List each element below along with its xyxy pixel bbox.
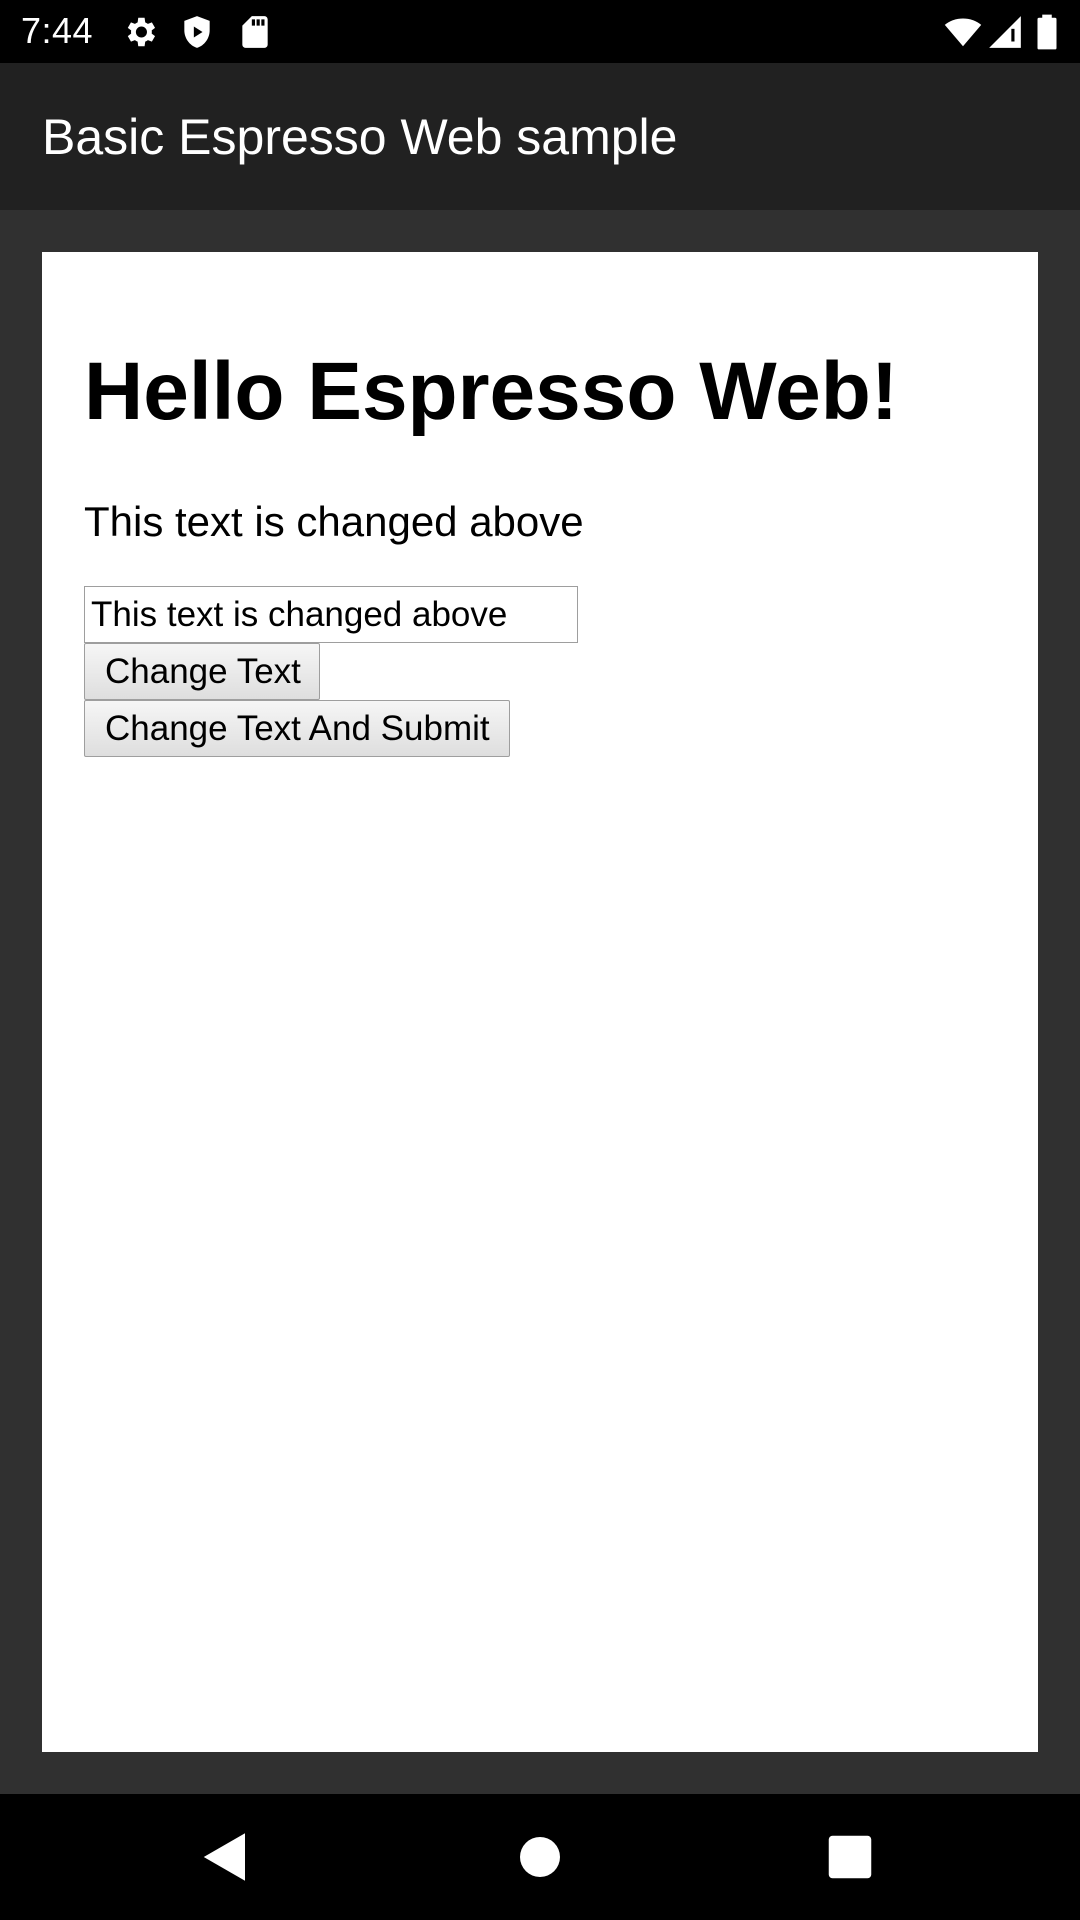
sd-card-icon — [236, 13, 274, 51]
status-bar: 7:44 — [0, 0, 1080, 63]
home-icon[interactable] — [510, 1827, 570, 1887]
gear-icon — [121, 13, 159, 51]
shield-play-icon — [178, 13, 216, 51]
text-input[interactable] — [84, 586, 578, 643]
back-icon[interactable] — [195, 1827, 255, 1887]
navigation-bar — [0, 1794, 1080, 1920]
app-bar: Basic Espresso Web sample — [0, 63, 1080, 210]
page-heading: Hello Espresso Web! — [84, 346, 899, 437]
change-text-button[interactable]: Change Text — [84, 643, 320, 700]
recents-icon[interactable] — [820, 1827, 880, 1887]
content-area: Hello Espresso Web! This text is changed… — [0, 210, 1080, 1794]
status-time: 7:44 — [21, 10, 94, 51]
app-title: Basic Espresso Web sample — [42, 109, 678, 165]
cell-signal-icon — [986, 13, 1024, 51]
change-text-and-submit-button[interactable]: Change Text And Submit — [84, 700, 510, 757]
battery-icon — [1030, 13, 1064, 51]
message-text: This text is changed above — [84, 498, 584, 545]
webview: Hello Espresso Web! This text is changed… — [42, 252, 1038, 1752]
wifi-icon — [944, 13, 982, 51]
